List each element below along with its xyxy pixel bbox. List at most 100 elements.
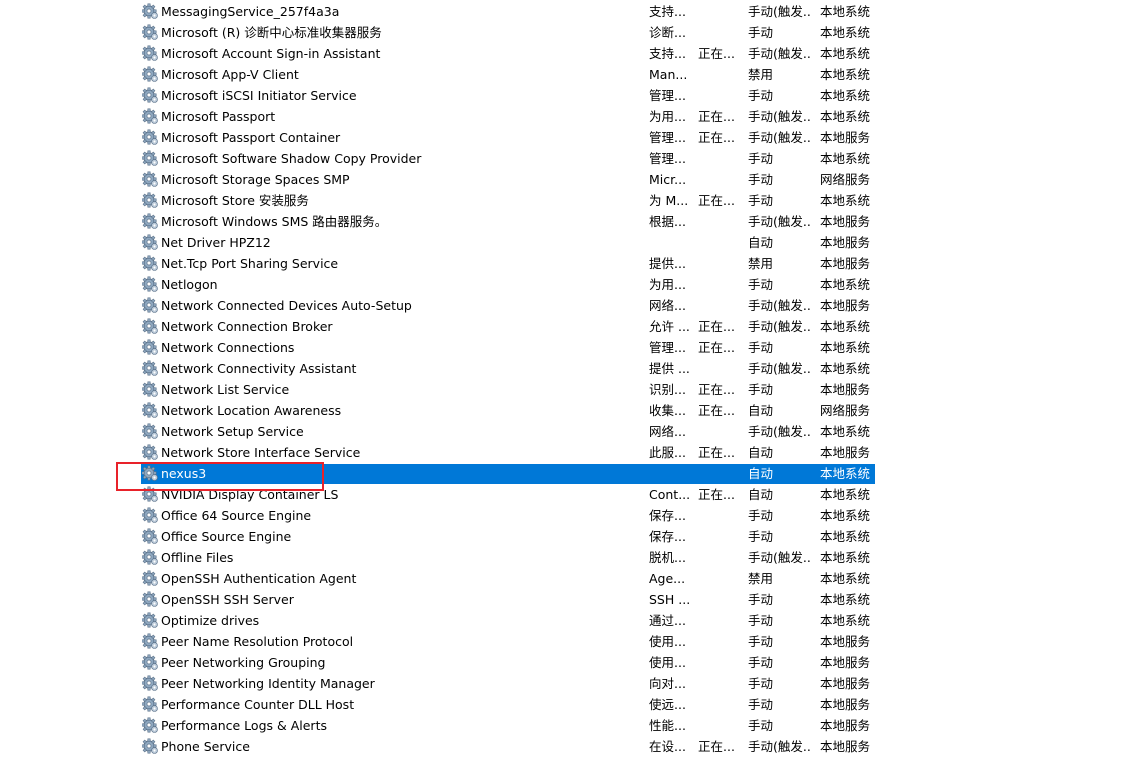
- service-logon-as: 本地系统: [820, 550, 871, 565]
- service-startup-type: 自动: [748, 487, 774, 502]
- service-name: Peer Networking Identity Manager: [161, 676, 375, 691]
- service-gear-icon: [142, 192, 158, 208]
- service-name: Microsoft (R) 诊断中心标准收集器服务: [161, 25, 382, 40]
- service-logon-as: 本地服务: [820, 697, 871, 712]
- service-name: Performance Counter DLL Host: [161, 697, 355, 712]
- service-row[interactable]: Network Connectivity Assistant 提供 ... 手动…: [0, 358, 1143, 379]
- service-startup-type: 手动: [748, 88, 774, 103]
- service-description: 向对...: [649, 676, 686, 691]
- service-row[interactable]: Offline Files 脱机... 手动(触发... 本地系统: [0, 547, 1143, 568]
- service-startup-type: 手动: [748, 634, 774, 649]
- service-startup-type: 手动(触发...: [748, 46, 812, 61]
- service-row[interactable]: Network Connected Devices Auto-Setup 网络.…: [0, 295, 1143, 316]
- service-logon-as: 本地服务: [820, 718, 871, 733]
- service-row[interactable]: Microsoft Passport 为用... 正在... 手动(触发... …: [0, 106, 1143, 127]
- service-description: 允许 ...: [649, 319, 690, 334]
- service-startup-type: 禁用: [748, 571, 774, 586]
- service-logon-as: 本地系统: [820, 319, 871, 334]
- service-description: 为 M...: [649, 193, 689, 208]
- service-row[interactable]: Microsoft Account Sign-in Assistant 支持..…: [0, 43, 1143, 64]
- service-description: 为用...: [649, 277, 686, 292]
- service-row[interactable]: MessagingService_257f4a3a 支持... 手动(触发...…: [0, 1, 1143, 22]
- service-gear-icon: [142, 24, 158, 40]
- service-row[interactable]: Net Driver HPZ12 自动 本地服务: [0, 232, 1143, 253]
- service-startup-type: 手动: [748, 529, 774, 544]
- service-row[interactable]: nexus3 自动 本地系统: [0, 463, 1143, 484]
- service-gear-icon: [142, 528, 158, 544]
- service-gear-icon: [142, 150, 158, 166]
- service-row[interactable]: NVIDIA Display Container LS Cont... 正在..…: [0, 484, 1143, 505]
- service-row[interactable]: Microsoft Storage Spaces SMP Micr... 手动 …: [0, 169, 1143, 190]
- service-gear-icon: [142, 108, 158, 124]
- service-name: Net Driver HPZ12: [161, 235, 271, 250]
- service-row[interactable]: Microsoft Store 安装服务 为 M... 正在... 手动 本地系…: [0, 190, 1143, 211]
- service-row[interactable]: Microsoft (R) 诊断中心标准收集器服务 诊断... 手动 本地系统: [0, 22, 1143, 43]
- service-startup-type: 手动: [748, 655, 774, 670]
- service-description: 为用...: [649, 109, 686, 124]
- service-status: 正在...: [698, 403, 735, 418]
- service-row[interactable]: Network Connection Broker 允许 ... 正在... 手…: [0, 316, 1143, 337]
- service-row[interactable]: Network Setup Service 网络... 手动(触发... 本地系…: [0, 421, 1143, 442]
- service-gear-icon: [142, 3, 158, 19]
- service-logon-as: 本地系统: [820, 340, 871, 355]
- service-status: 正在...: [698, 319, 735, 334]
- service-row[interactable]: Netlogon 为用... 手动 本地系统: [0, 274, 1143, 295]
- service-row[interactable]: Network Connections 管理... 正在... 手动 本地系统: [0, 337, 1143, 358]
- service-logon-as: 网络服务: [820, 172, 871, 187]
- service-row[interactable]: Microsoft App-V Client Man... 禁用 本地系统: [0, 64, 1143, 85]
- service-row[interactable]: Performance Counter DLL Host 使远... 手动 本地…: [0, 694, 1143, 715]
- service-row[interactable]: Microsoft iSCSI Initiator Service 管理... …: [0, 85, 1143, 106]
- service-row[interactable]: Performance Logs & Alerts 性能... 手动 本地服务: [0, 715, 1143, 736]
- service-name: Microsoft Passport Container: [161, 130, 341, 145]
- service-row[interactable]: Microsoft Windows SMS 路由器服务。 根据... 手动(触发…: [0, 211, 1143, 232]
- service-gear-icon: [142, 129, 158, 145]
- service-gear-icon: [142, 654, 158, 670]
- service-row[interactable]: Office Source Engine 保存... 手动 本地系统: [0, 526, 1143, 547]
- service-description: Cont...: [649, 487, 691, 502]
- service-gear-icon: [142, 612, 158, 628]
- service-name: OpenSSH Authentication Agent: [161, 571, 357, 586]
- service-status: 正在...: [698, 445, 735, 460]
- service-description: 性能...: [649, 718, 686, 733]
- service-logon-as: 本地系统: [820, 151, 871, 166]
- service-logon-as: 本地系统: [820, 46, 871, 61]
- service-row[interactable]: Office 64 Source Engine 保存... 手动 本地系统: [0, 505, 1143, 526]
- service-gear-icon: [142, 738, 158, 754]
- service-row[interactable]: Peer Networking Grouping 使用... 手动 本地服务: [0, 652, 1143, 673]
- service-row[interactable]: Network Store Interface Service 此服... 正在…: [0, 442, 1143, 463]
- service-row[interactable]: OpenSSH Authentication Agent Age... 禁用 本…: [0, 568, 1143, 589]
- service-logon-as: 本地系统: [820, 508, 871, 523]
- service-startup-type: 手动(触发...: [748, 361, 812, 376]
- service-startup-type: 自动: [748, 403, 774, 418]
- service-startup-type: 自动: [748, 466, 774, 481]
- service-name: Netlogon: [161, 277, 218, 292]
- service-logon-as: 本地服务: [820, 382, 871, 397]
- service-name: Network List Service: [161, 382, 290, 397]
- service-gear-icon: [142, 486, 158, 502]
- service-row[interactable]: Peer Networking Identity Manager 向对... 手…: [0, 673, 1143, 694]
- service-description: 支持...: [649, 4, 686, 19]
- service-description: Micr...: [649, 172, 687, 187]
- service-name: NVIDIA Display Container LS: [161, 487, 339, 502]
- service-logon-as: 本地系统: [820, 88, 871, 103]
- services-list: MessagingService_257f4a3a 支持... 手动(触发...…: [0, 0, 1143, 754]
- service-name: Microsoft Windows SMS 路由器服务。: [161, 214, 388, 229]
- service-name: Network Connected Devices Auto-Setup: [161, 298, 412, 313]
- service-startup-type: 手动(触发...: [748, 298, 812, 313]
- service-logon-as: 本地系统: [820, 613, 871, 628]
- service-row[interactable]: Microsoft Passport Container 管理... 正在...…: [0, 127, 1143, 148]
- service-row[interactable]: Peer Name Resolution Protocol 使用... 手动 本…: [0, 631, 1143, 652]
- service-row[interactable]: Network Location Awareness 收集... 正在... 自…: [0, 400, 1143, 421]
- service-name: Offline Files: [161, 550, 234, 565]
- service-name: Network Connection Broker: [161, 319, 333, 334]
- service-gear-icon: [142, 381, 158, 397]
- service-row[interactable]: Optimize drives 通过... 手动 本地系统: [0, 610, 1143, 631]
- service-row[interactable]: OpenSSH SSH Server SSH ... 手动 本地系统: [0, 589, 1143, 610]
- service-row[interactable]: Net.Tcp Port Sharing Service 提供... 禁用 本地…: [0, 253, 1143, 274]
- service-startup-type: 手动(触发...: [748, 550, 812, 565]
- service-logon-as: 本地服务: [820, 214, 871, 229]
- service-description: 支持...: [649, 46, 686, 61]
- service-gear-icon: [142, 276, 158, 292]
- service-row[interactable]: Network List Service 识别... 正在... 手动 本地服务: [0, 379, 1143, 400]
- service-row[interactable]: Microsoft Software Shadow Copy Provider …: [0, 148, 1143, 169]
